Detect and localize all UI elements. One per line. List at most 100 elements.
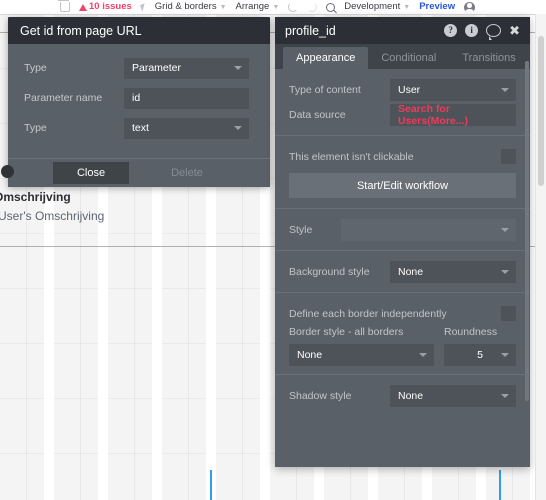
dialog-type-value: Parameter [132, 62, 182, 74]
section-style: Style [275, 209, 530, 251]
toolbar-search-button[interactable] [326, 0, 336, 14]
help-icon[interactable]: ? [444, 24, 458, 37]
border-style-value: None [297, 349, 323, 361]
style-dropdown[interactable] [341, 218, 516, 241]
issues-count-label: 10 issues [89, 1, 132, 13]
dialog-row-type: Type Parameter [8, 53, 270, 83]
tab-appearance[interactable]: Appearance [283, 47, 369, 69]
comment-icon[interactable] [486, 24, 502, 40]
dialog-title-bar[interactable]: Get id from page URL [8, 17, 270, 44]
toolbar-development-menu[interactable]: Development ▼ [344, 0, 411, 14]
tab-transitions[interactable]: Transitions [449, 47, 528, 69]
section-workflow: This element isn't clickable Start/Edit … [275, 136, 530, 209]
warning-triangle-icon [79, 3, 87, 11]
dialog-type-dropdown[interactable]: Parameter [124, 57, 249, 79]
shadow-style-value: None [398, 389, 424, 402]
dialog-value-type-value: text [132, 122, 149, 134]
preview-label: Preview [419, 1, 456, 13]
close-icon[interactable]: ✖ [509, 24, 520, 37]
row-style: Style [275, 217, 530, 242]
canvas-text-value[interactable]: User's Omschrijving [0, 209, 104, 223]
dialog-row-value-type: Type text [8, 113, 270, 143]
top-toolbar: 10 issues Grid & borders ▼ Arrange ▼ Dev… [0, 0, 546, 15]
dialog-type-label: Type [24, 62, 47, 74]
avatar-icon [464, 1, 476, 13]
dialog-parameter-name-label: Parameter name [24, 92, 103, 104]
chevron-down-icon [501, 353, 509, 357]
toolbar-arrange-menu[interactable]: Arrange ▼ [235, 0, 280, 14]
tab-conditional[interactable]: Conditional [368, 47, 449, 69]
arrange-label: Arrange [235, 1, 270, 13]
chevron-down-icon: ▼ [272, 3, 280, 11]
canvas-resize-handle[interactable] [1, 165, 14, 178]
toolbar-preview-button[interactable]: Preview [419, 0, 456, 14]
toolbar-undo-button[interactable] [288, 0, 299, 14]
toolbar-account-button[interactable] [464, 0, 476, 14]
row-data-source: Data source Search for Users(More...) [275, 102, 530, 127]
get-id-dialog: Get id from page URL Type Parameter Para… [1, 17, 270, 187]
type-of-content-dropdown[interactable]: User [390, 78, 516, 101]
chevron-down-icon [501, 269, 509, 274]
section-background: Background style None [275, 251, 530, 293]
shadow-style-dropdown[interactable]: None [390, 384, 516, 407]
start-edit-workflow-button[interactable]: Start/Edit workflow [289, 173, 516, 198]
border-fields-row: None 5 [275, 344, 530, 366]
border-labels-row: Border style - all borders Roundness [275, 326, 530, 338]
chevron-down-icon: ▼ [219, 3, 227, 11]
clickable-label: This element isn't clickable [289, 150, 414, 163]
dialog-title: Get id from page URL [20, 23, 142, 38]
trash-icon [58, 0, 70, 12]
data-source-label: Data source [289, 108, 346, 121]
toolbar-delete-button[interactable] [58, 0, 70, 14]
roundness-dropdown[interactable]: 5 [444, 344, 516, 366]
info-icon[interactable]: i [465, 24, 479, 37]
chevron-down-icon [234, 126, 242, 130]
toolbar-issues-button[interactable]: 10 issues [79, 0, 132, 14]
dialog-value-type-dropdown[interactable]: text [124, 117, 249, 139]
close-button[interactable]: Close [53, 162, 129, 184]
page-scrollbar-track[interactable] [535, 14, 546, 500]
toolbar-redo-button [307, 0, 318, 14]
clickable-checkbox[interactable] [501, 149, 516, 164]
grid-borders-label: Grid & borders [154, 1, 217, 13]
property-title-icons: ? i ✖ [444, 24, 520, 40]
development-label: Development [344, 1, 401, 13]
data-source-value: Search for Users(More...) [398, 102, 469, 127]
type-of-content-value: User [398, 83, 421, 96]
row-clickable: This element isn't clickable [275, 144, 530, 169]
search-icon [326, 2, 336, 12]
redo-icon [307, 2, 318, 12]
undo-icon [288, 2, 299, 12]
chevron-down-icon [501, 393, 509, 398]
toolbar-grid-borders-menu[interactable]: Grid & borders ▼ [154, 0, 227, 14]
chevron-down-icon [501, 227, 509, 232]
define-borders-label: Define each border independently [289, 307, 447, 320]
delete-button: Delete [171, 167, 203, 179]
dialog-value-type-label: Type [24, 122, 47, 134]
border-style-label: Border style - all borders [289, 326, 404, 338]
dialog-parameter-name-input[interactable]: id [124, 87, 249, 109]
section-data-source: Type of content User Data source Search … [275, 69, 530, 136]
row-define-borders: Define each border independently [275, 301, 530, 326]
background-style-dropdown[interactable]: None [390, 260, 516, 283]
data-source-field[interactable]: Search for Users(More...) [390, 102, 516, 127]
property-element-name: profile_id [285, 23, 336, 38]
roundness-label: Roundness [444, 326, 498, 338]
style-label: Style [289, 223, 313, 236]
dialog-footer: Close Delete [8, 158, 270, 187]
property-title-bar[interactable]: profile_id ? i ✖ [275, 17, 530, 44]
page-scrollbar-thumb[interactable] [538, 36, 544, 186]
toolbar-pointer-button[interactable] [139, 0, 147, 14]
background-style-label: Background style [289, 265, 370, 278]
chevron-down-icon: ▼ [403, 3, 411, 11]
row-type-of-content: Type of content User [275, 77, 530, 102]
canvas-text-heading[interactable]: Omschrijving [0, 190, 71, 204]
panel-scrollbar[interactable] [525, 61, 529, 401]
row-background-style: Background style None [275, 259, 530, 284]
dialog-parameter-name-value: id [132, 92, 141, 104]
chevron-down-icon [419, 353, 427, 357]
define-borders-checkbox[interactable] [501, 306, 516, 321]
border-style-dropdown[interactable]: None [289, 344, 434, 366]
property-tab-bar: Appearance Conditional Transitions [275, 44, 530, 69]
section-borders: Define each border independently Border … [275, 293, 530, 375]
